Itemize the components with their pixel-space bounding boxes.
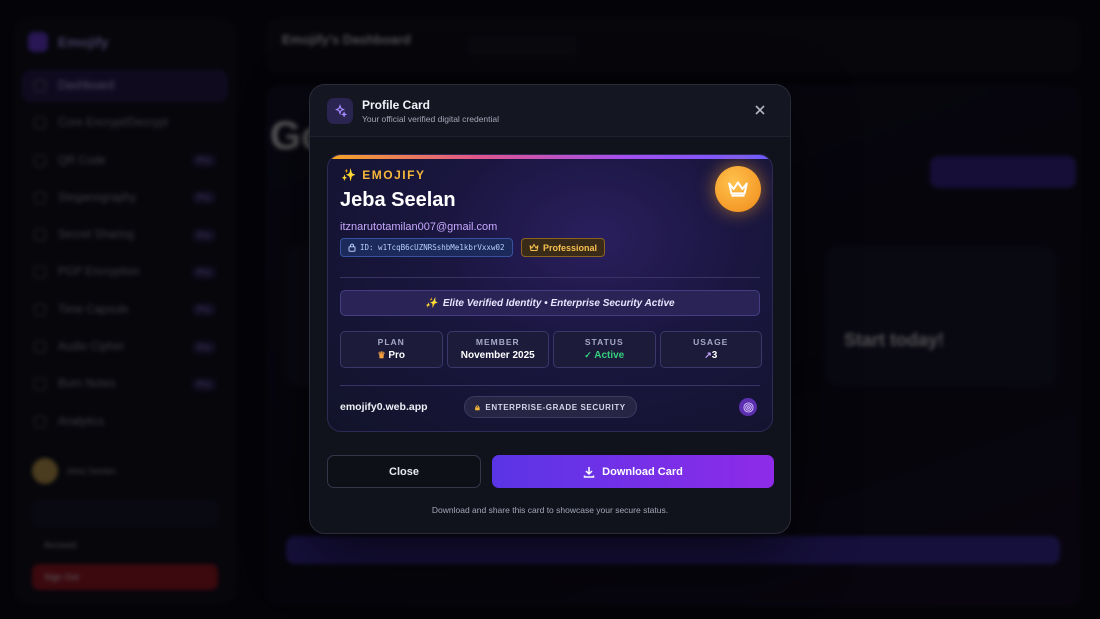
security-badge: 🔒︎ ENTERPRISE-GRADE SECURITY bbox=[464, 396, 637, 418]
card-domain: emojify0.web.app bbox=[340, 401, 428, 413]
download-icon bbox=[583, 466, 595, 478]
sparkles-icon: ✨ bbox=[425, 297, 438, 309]
stat-member: MEMBER November 2025 bbox=[446, 331, 549, 368]
download-hint: Download and share this card to showcase… bbox=[431, 505, 669, 515]
stat-status: STATUS ✓ Active bbox=[553, 331, 656, 368]
modal-header: Profile Card Your official verified digi… bbox=[310, 85, 790, 137]
lock-icon bbox=[348, 243, 356, 252]
profile-email: itznarutotamilan007@gmail.com bbox=[340, 221, 498, 233]
stat-plan: PLAN ♛ Pro bbox=[340, 331, 443, 368]
crown-icon bbox=[529, 243, 539, 251]
elite-verified-banner: ✨ Elite Verified Identity • Enterprise S… bbox=[340, 290, 760, 316]
fingerprint-icon bbox=[739, 398, 757, 416]
user-id-chip: ID: w1TcqB6cUZNRSshbMe1kbrVxxw02 bbox=[340, 238, 513, 257]
crown-icon bbox=[715, 166, 761, 212]
lock-icon: 🔒︎ bbox=[475, 401, 481, 412]
profile-card-modal: Profile Card Your official verified digi… bbox=[309, 84, 791, 534]
close-icon[interactable] bbox=[751, 101, 769, 119]
profile-name: Jeba Seelan bbox=[340, 189, 456, 211]
stat-usage: USAGE ↗3 bbox=[659, 331, 762, 368]
tier-badge: Professional bbox=[521, 238, 606, 257]
card-gradient-stripe bbox=[328, 155, 772, 159]
card-divider bbox=[340, 277, 760, 278]
modal-subtitle: Your official verified digital credentia… bbox=[362, 114, 500, 124]
trending-up-icon: ↗ bbox=[704, 350, 712, 360]
crown-icon: ♛ bbox=[377, 350, 386, 360]
profile-card: ✨ EMOJIFY Jeba Seelan itznarutotamilan00… bbox=[327, 154, 773, 432]
check-circle-icon: ✓ bbox=[584, 350, 592, 360]
download-card-button[interactable]: Download Card bbox=[492, 455, 774, 488]
close-button[interactable]: Close bbox=[327, 455, 481, 488]
modal-title: Profile Card bbox=[362, 98, 431, 112]
sparkles-icon bbox=[327, 98, 353, 124]
stats-row: PLAN ♛ Pro MEMBER November 2025 STATUS ✓… bbox=[340, 331, 762, 368]
card-divider bbox=[340, 385, 760, 386]
card-brand: ✨ EMOJIFY bbox=[341, 168, 426, 182]
